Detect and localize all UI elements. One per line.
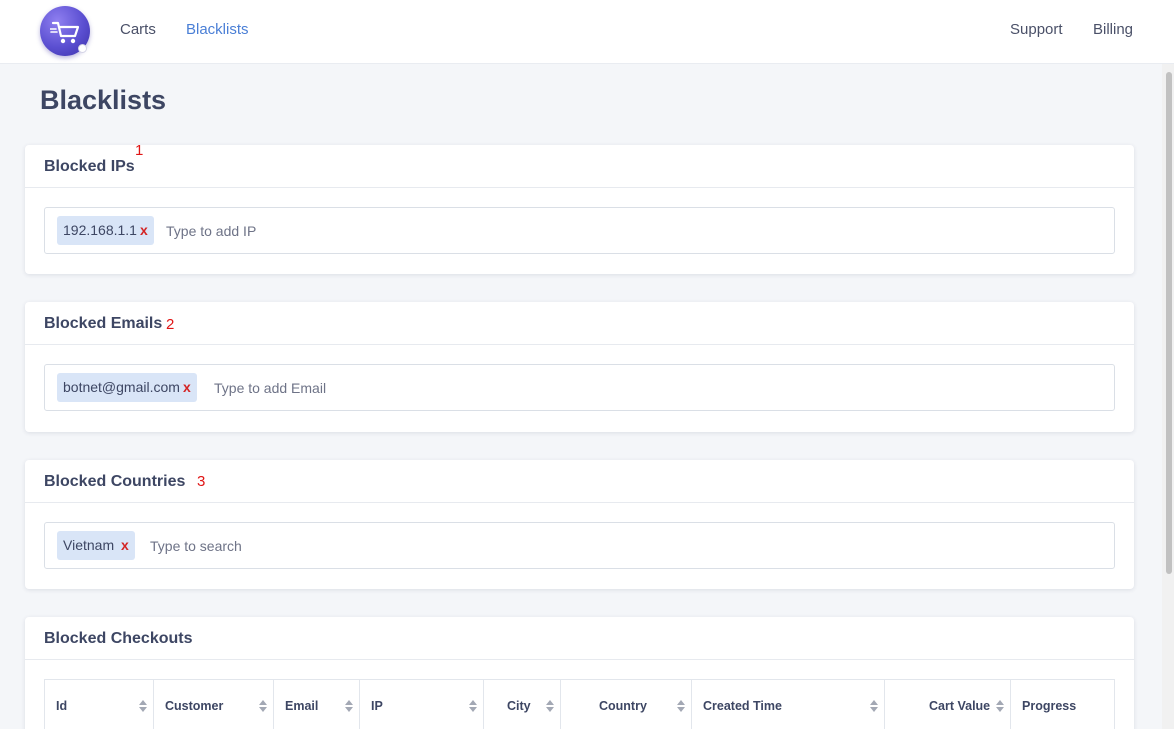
annotation-marker: 1 bbox=[135, 142, 144, 159]
card-header: Blocked Countries 3 bbox=[25, 460, 1134, 503]
column-header-progress: Progress bbox=[1011, 680, 1114, 729]
remove-tag-icon[interactable]: x bbox=[140, 222, 148, 238]
ip-tag-input[interactable]: 192.168.1.1 x Type to add IP bbox=[44, 207, 1115, 254]
page-title: Blacklists bbox=[40, 85, 167, 115]
blocked-checkouts-table: Id Customer Email IP City Country Create… bbox=[44, 679, 1115, 729]
tag-label: 192.168.1.1 bbox=[63, 222, 137, 238]
ip-input-placeholder[interactable]: Type to add IP bbox=[166, 223, 256, 239]
logo-status-dot bbox=[78, 44, 87, 53]
page-scrollbar[interactable] bbox=[1162, 64, 1174, 729]
nav-link-support[interactable]: Support bbox=[1010, 21, 1063, 38]
sort-icon[interactable] bbox=[344, 700, 354, 714]
email-tag-input[interactable]: botnet@gmail.com x Type to add Email bbox=[44, 364, 1115, 411]
blocked-emails-card: Blocked Emails 2 botnet@gmail.com x Type … bbox=[25, 302, 1134, 432]
nav-link-billing[interactable]: Billing bbox=[1093, 21, 1133, 38]
column-header-label: IP bbox=[371, 699, 383, 713]
card-title: Blocked Checkouts bbox=[44, 630, 193, 647]
column-header-ip[interactable]: IP bbox=[360, 680, 484, 729]
country-search-placeholder[interactable]: Type to search bbox=[150, 538, 242, 554]
card-title: Blocked IPs bbox=[44, 158, 135, 175]
tag-chip: botnet@gmail.com x bbox=[57, 373, 197, 402]
tag-chip: Vietnam x bbox=[57, 531, 135, 560]
card-title: Blocked Emails bbox=[44, 315, 163, 332]
top-navbar: Carts Blacklists Support Billing bbox=[0, 0, 1174, 64]
column-header-city[interactable]: City bbox=[484, 680, 561, 729]
sort-icon[interactable] bbox=[138, 700, 148, 714]
column-header-label: Created Time bbox=[703, 699, 782, 713]
column-header-customer[interactable]: Customer bbox=[154, 680, 274, 729]
tag-label: Vietnam bbox=[63, 537, 115, 553]
blocked-checkouts-card: Blocked Checkouts Id Customer Email IP C… bbox=[25, 617, 1134, 729]
annotation-marker: 2 bbox=[166, 316, 175, 333]
column-header-id[interactable]: Id bbox=[45, 680, 154, 729]
card-header: Blocked Checkouts bbox=[25, 617, 1134, 660]
nav-link-blacklists[interactable]: Blacklists bbox=[186, 21, 249, 38]
card-header: Blocked Emails 2 bbox=[25, 302, 1134, 345]
tag-label: botnet@gmail.com bbox=[63, 379, 180, 395]
tag-chip: 192.168.1.1 x bbox=[57, 216, 154, 245]
sort-icon[interactable] bbox=[258, 700, 268, 714]
email-input-placeholder[interactable]: Type to add Email bbox=[214, 380, 326, 396]
column-header-cart-value[interactable]: Cart Value bbox=[885, 680, 1011, 729]
sort-icon[interactable] bbox=[468, 700, 478, 714]
column-header-label: Cart Value bbox=[929, 699, 991, 713]
column-header-email[interactable]: Email bbox=[274, 680, 360, 729]
column-header-label: City bbox=[507, 699, 531, 713]
sort-icon[interactable] bbox=[545, 700, 555, 714]
shopping-cart-icon bbox=[50, 21, 80, 44]
column-header-label: Progress bbox=[1022, 699, 1077, 713]
column-header-label: Email bbox=[285, 699, 319, 713]
column-header-country[interactable]: Country bbox=[561, 680, 692, 729]
card-header: Blocked IPs 1 bbox=[25, 142, 1134, 188]
country-tag-input[interactable]: Vietnam x Type to search bbox=[44, 522, 1115, 569]
sort-icon[interactable] bbox=[995, 700, 1005, 714]
remove-tag-icon[interactable]: x bbox=[121, 537, 129, 553]
blocked-ips-card: Blocked IPs 1 192.168.1.1 x Type to add I… bbox=[25, 142, 1134, 274]
sort-icon[interactable] bbox=[869, 700, 879, 714]
column-header-created-time[interactable]: Created Time bbox=[692, 680, 885, 729]
remove-tag-icon[interactable]: x bbox=[183, 379, 191, 395]
column-header-label: Customer bbox=[165, 699, 224, 713]
column-header-label: Id bbox=[56, 699, 68, 713]
blocked-countries-card: Blocked Countries 3 Vietnam x Type to se… bbox=[25, 460, 1134, 589]
annotation-marker: 3 bbox=[197, 473, 206, 490]
column-header-label: Country bbox=[599, 699, 647, 713]
sort-icon[interactable] bbox=[676, 700, 686, 714]
card-title: Blocked Countries bbox=[44, 473, 186, 490]
nav-link-carts[interactable]: Carts bbox=[120, 21, 156, 38]
scrollbar-thumb[interactable] bbox=[1166, 72, 1172, 574]
